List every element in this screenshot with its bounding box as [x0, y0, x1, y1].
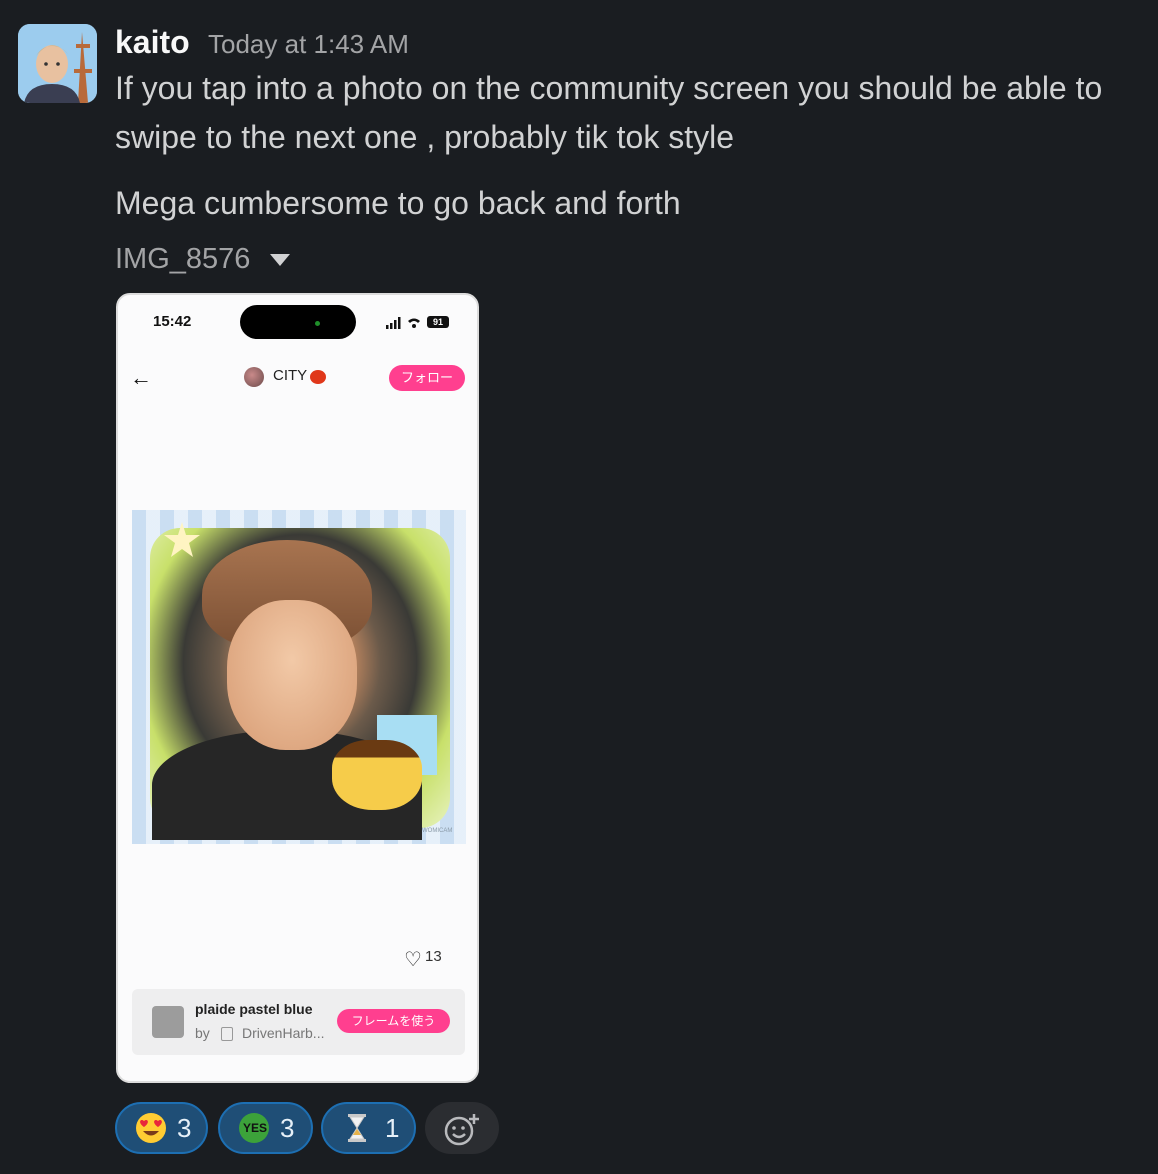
author-avatar-icon: [221, 1027, 233, 1041]
like-count: 13: [425, 948, 442, 965]
collapse-caret-icon[interactable]: [270, 254, 290, 266]
back-arrow-icon: ←: [130, 365, 152, 390]
reaction-count: 3: [177, 1113, 192, 1143]
message-line-3: Mega cumbersome to go back and forth: [115, 185, 681, 221]
frame-author: DrivenHarb...: [242, 1025, 325, 1041]
add-emoji-icon: [444, 1114, 479, 1146]
frame-title: plaide pastel blue: [195, 1001, 313, 1017]
tomato-icon: [310, 370, 326, 384]
camera-dot-icon: [315, 321, 320, 326]
frame-by-label: by: [195, 1025, 210, 1041]
username[interactable]: kaito: [115, 22, 190, 62]
status-time: 15:42: [153, 313, 192, 330]
community-photo: WOMICAM: [132, 510, 466, 844]
attachment-image[interactable]: 15:42 91 ← CITY フォロー WOMICAM ♡ 13 plaide…: [116, 293, 479, 1083]
signal-wifi-icon: [386, 317, 420, 329]
reaction-hourglass[interactable]: 1: [321, 1102, 416, 1154]
reaction-count: 3: [280, 1113, 295, 1143]
yes-label: YES: [242, 1121, 267, 1135]
message: kaito Today at 1:43 AM If you tap into a…: [0, 0, 1158, 1174]
hourglass-icon: [348, 1114, 366, 1142]
star-icon: [164, 522, 200, 557]
message-line-1: If you tap into a photo on the community…: [115, 70, 1103, 106]
use-frame-button: フレームを使う: [337, 1009, 450, 1033]
frame-thumbnail: [152, 1006, 184, 1038]
reaction-yes[interactable]: YES 3: [218, 1102, 313, 1154]
reaction-heart-eyes[interactable]: 3: [115, 1102, 208, 1154]
attachment-name[interactable]: IMG_8576: [115, 240, 250, 278]
follow-button: フォロー: [389, 365, 465, 391]
like-heart-icon: ♡: [404, 949, 422, 971]
user-avatar[interactable]: [18, 24, 97, 103]
dynamic-island: [240, 305, 356, 339]
battery-icon: 91: [427, 316, 449, 328]
frame-card: plaide pastel blue by DrivenHarb... フレーム…: [132, 989, 465, 1055]
watermark: WOMICAM: [422, 828, 453, 834]
account-name: CITY: [273, 367, 308, 384]
message-line-2: swipe to the next one , probably tik tok…: [115, 119, 734, 155]
reaction-count: 1: [385, 1113, 400, 1143]
timestamp[interactable]: Today at 1:43 AM: [208, 28, 409, 60]
account-avatar: [244, 367, 264, 387]
heart-eyes-icon: [136, 1113, 166, 1143]
add-reaction-button[interactable]: [425, 1102, 499, 1154]
